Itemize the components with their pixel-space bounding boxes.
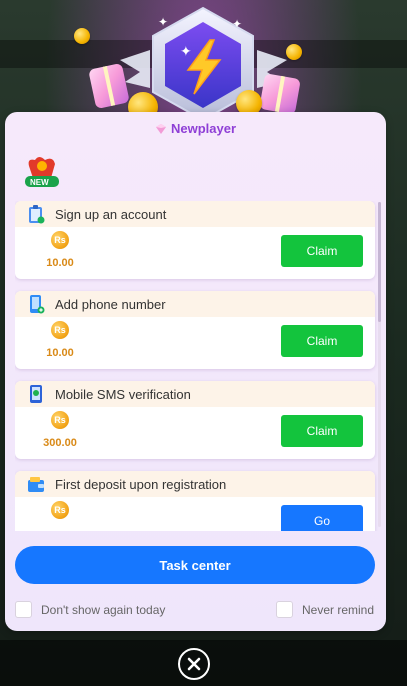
new-gift-badge: NEW xyxy=(23,154,63,190)
task-header: Sign up an account xyxy=(15,201,375,227)
never-remind-label: Never remind xyxy=(302,602,375,617)
gem-icon xyxy=(155,124,166,134)
task-name: Add phone number xyxy=(55,296,166,312)
scrollbar-thumb[interactable] xyxy=(378,202,381,322)
task-header: Mobile SMS verification xyxy=(15,381,375,407)
dont-show-today-checkbox[interactable] xyxy=(15,601,32,618)
dont-show-today-option[interactable]: Don't show again today xyxy=(15,601,165,618)
go-button[interactable]: Go xyxy=(281,505,363,531)
task-header: First deposit upon registration xyxy=(15,471,375,497)
dialog-title: Newplayer xyxy=(5,121,386,136)
gift-box-icon xyxy=(259,73,301,115)
task-card: Mobile SMS verification Rs 300.00 Claim xyxy=(15,381,375,459)
never-remind-option[interactable]: Never remind xyxy=(276,601,374,618)
rupee-coin-icon: Rs xyxy=(51,231,69,249)
reward-amount: 300.00 xyxy=(43,437,77,449)
clipboard-icon xyxy=(29,205,45,224)
reward-amount: 10.00 xyxy=(46,257,74,269)
claim-button[interactable]: Claim xyxy=(281,415,363,447)
sparkle-icon: ✦ xyxy=(232,17,243,31)
dont-show-today-label: Don't show again today xyxy=(41,602,166,617)
rupee-coin-icon: Rs xyxy=(51,411,69,429)
dialog-title-text: Newplayer xyxy=(170,121,237,136)
task-name: Mobile SMS verification xyxy=(55,386,191,402)
phone-add-icon xyxy=(30,295,45,314)
close-button[interactable] xyxy=(178,648,210,680)
new-badge-label: NEW xyxy=(30,178,49,187)
task-name: Sign up an account xyxy=(55,206,167,222)
rupee-coin-icon: Rs xyxy=(51,501,69,519)
rupee-coin-icon: Rs xyxy=(51,321,69,339)
claim-button[interactable]: Claim xyxy=(281,325,363,357)
never-remind-checkbox[interactable] xyxy=(276,601,293,618)
sparkle-icon: ✦ xyxy=(180,43,192,59)
task-center-button[interactable]: Task center xyxy=(15,546,375,584)
task-list-scrollbar[interactable] xyxy=(378,202,381,527)
task-header: Add phone number xyxy=(15,291,375,317)
close-icon xyxy=(187,657,201,671)
claim-button[interactable]: Claim xyxy=(281,235,363,267)
wallet-icon xyxy=(28,477,44,492)
task-card: Sign up an account Rs 10.00 Claim xyxy=(15,201,375,279)
task-card: Add phone number Rs 10.00 Claim xyxy=(15,291,375,369)
newplayer-dialog: Newplayer NEW Sign up an account Rs 10.0… xyxy=(5,112,386,631)
coin-icon xyxy=(286,44,302,60)
reward-amount: 10.00 xyxy=(46,347,74,359)
coin-icon xyxy=(74,28,90,44)
task-name: First deposit upon registration xyxy=(55,476,227,492)
mobile-icon xyxy=(30,385,42,403)
task-list[interactable]: Sign up an account Rs 10.00 Claim Add ph… xyxy=(15,201,381,531)
task-card: First deposit upon registration Rs Go xyxy=(15,471,375,531)
sparkle-icon: ✦ xyxy=(158,15,169,29)
